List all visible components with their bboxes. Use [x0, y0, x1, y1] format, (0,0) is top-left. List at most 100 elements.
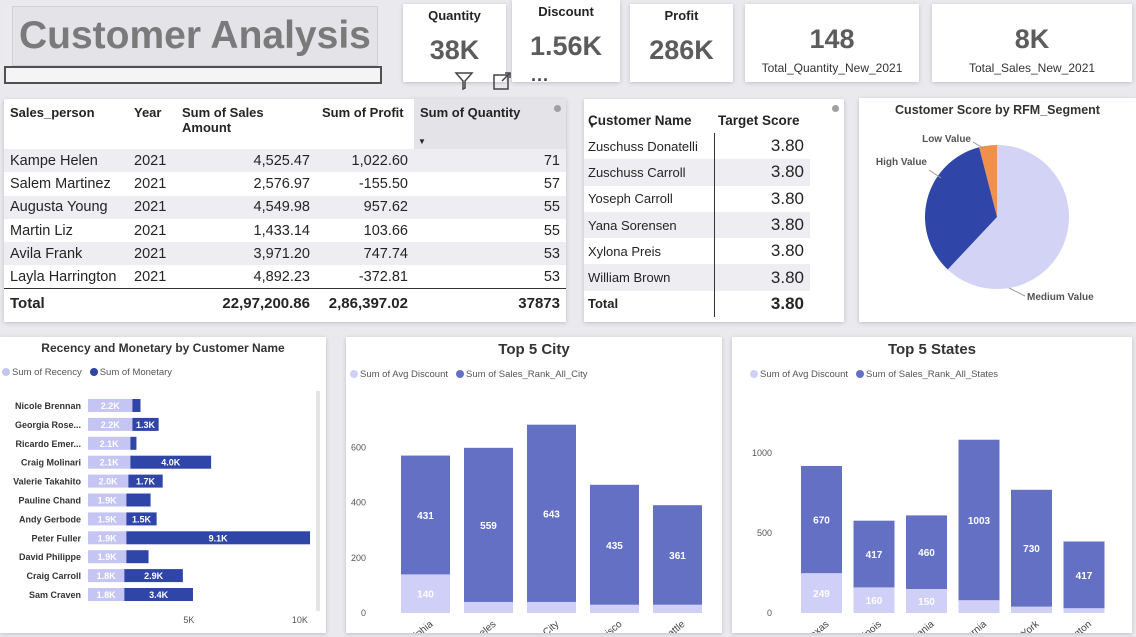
y-tick-label: 200	[351, 553, 366, 563]
chart-legend: Sum of Avg Discount Sum of Sales_Rank_Al…	[750, 369, 998, 380]
customer-name-cell: Yana Sorensen	[584, 211, 714, 239]
table-row[interactable]: Xylona Preis 3.80	[584, 238, 810, 265]
data-label: 140	[417, 590, 434, 601]
legend-item[interactable]: Sum of Avg Discount	[750, 369, 848, 380]
monetary-bar[interactable]	[126, 493, 151, 507]
table-cell: 103.66	[363, 222, 408, 239]
discount-bar[interactable]	[527, 601, 576, 613]
monetary-bar[interactable]	[130, 436, 137, 450]
table-row[interactable]: Martin Liz 2021 1,433.14 103.66 55	[4, 219, 566, 242]
kpi-card-total-quantity-new[interactable]: 148 Total_Quantity_New_2021	[745, 4, 919, 82]
scrollbar-track[interactable]	[316, 391, 320, 611]
filter-icon[interactable]	[452, 70, 476, 94]
table-row[interactable]: William Brown 3.80	[584, 264, 810, 291]
total-cell: 22,97,200.86	[176, 288, 316, 317]
target-score-cell: 3.80	[713, 211, 810, 239]
x-category-label: Philadelphia	[387, 619, 436, 633]
data-label: 435	[606, 541, 623, 552]
y-tick-label: 600	[351, 443, 366, 453]
table-cell: Kampe Helen	[4, 149, 128, 173]
rfm-segment-pie-card[interactable]: Customer Score by RFM_Segment Medium Val…	[859, 98, 1136, 322]
table-row[interactable]: Avila Frank 2021 3,971.20 747.74 53	[4, 242, 566, 266]
category-label: Georgia Rose...	[15, 420, 81, 430]
recency-monetary-card[interactable]: Recency and Monetary by Customer Name Su…	[0, 337, 326, 633]
table-cell: 4,549.98	[176, 195, 316, 219]
sales-person-table[interactable]: Sales_person Year Sum of Sales Amount Su…	[4, 99, 566, 322]
table-cell: Augusta Young	[4, 195, 128, 219]
data-label: 670	[813, 516, 830, 527]
discount-bar[interactable]	[590, 604, 639, 613]
legend-item[interactable]: Sum of Sales_Rank_All_City	[456, 369, 587, 380]
data-label: 2.1K	[100, 458, 120, 468]
table-row[interactable]: Augusta Young 2021 4,549.98 957.62 55	[4, 195, 566, 219]
data-label: 249	[813, 589, 830, 600]
data-label: 1003	[968, 516, 991, 527]
top-5-city-card[interactable]: Top 5 City Sum of Avg Discount Sum of Sa…	[346, 337, 722, 633]
legend-label: Sum of Recency	[12, 367, 82, 378]
top-states-chart: 0 500 1000 670 249 Texas 417 160 Illinois 460 150 P…	[752, 439, 1105, 633]
table-row[interactable]: Zuschuss Donatelli 3.80	[584, 133, 810, 160]
column-header[interactable]: Target Score	[714, 99, 810, 133]
table-cell: 1,022.60	[316, 149, 414, 173]
table-row[interactable]: Layla Harrington 2021 4,892.23 -372.81 53	[4, 265, 566, 288]
data-label: 460	[918, 548, 935, 559]
discount-bar[interactable]	[653, 604, 702, 613]
table-cell: Avila Frank	[4, 242, 128, 266]
more-options-icon[interactable]: ···	[528, 70, 552, 94]
discount-bar[interactable]	[464, 601, 513, 613]
x-category-label: Texas	[804, 619, 831, 633]
top-5-states-card[interactable]: Top 5 States Sum of Avg Discount Sum of …	[732, 337, 1132, 633]
kpi-card-total-sales-new[interactable]: 8K Total_Sales_New_2021	[932, 4, 1132, 82]
column-header[interactable]: Sum of Profit	[316, 99, 414, 149]
total-cell: Total	[584, 290, 714, 318]
table-row[interactable]: Yoseph Carroll 3.80	[584, 185, 810, 212]
table-cell: 3,971.20	[176, 242, 316, 266]
table-cell: 53	[414, 242, 566, 266]
column-header-sorted[interactable]: Customer Name ▼	[584, 99, 714, 133]
discount-bar[interactable]	[958, 600, 1000, 613]
legend-item[interactable]: Sum of Sales_Rank_All_States	[856, 369, 998, 380]
column-header[interactable]: Sales_person	[4, 99, 128, 149]
legend-item[interactable]: Sum of Recency	[2, 367, 82, 378]
discount-bar[interactable]	[1063, 608, 1105, 613]
kpi-card-profit[interactable]: Profit 286K	[630, 4, 733, 82]
target-score-cell: 3.80	[713, 159, 810, 186]
x-category-label: Los Angeles	[450, 619, 499, 633]
category-label: Pauline Chand	[18, 496, 81, 506]
focus-mode-icon[interactable]	[490, 70, 514, 94]
pie-leader-line	[1008, 287, 1026, 297]
kpi-value: 148	[809, 24, 855, 54]
table-cell: Martin Liz	[10, 222, 73, 239]
legend-dot	[2, 368, 10, 377]
scrollbar-handle[interactable]	[832, 105, 839, 112]
table-row[interactable]: Yana Sorensen 3.80	[584, 211, 810, 239]
category-label: Nicole Brennan	[15, 401, 81, 411]
discount-bar[interactable]	[1011, 606, 1052, 613]
monetary-bar[interactable]	[126, 550, 149, 564]
column-header-label: Customer Name	[588, 112, 692, 128]
column-header[interactable]: Year	[128, 99, 176, 149]
table-row[interactable]: Salem Martinez 2021 2,576.97 -155.50 57	[4, 172, 566, 195]
data-label: 1.8K	[97, 590, 117, 600]
monetary-bar[interactable]	[132, 399, 141, 412]
x-category-label: New York City	[507, 619, 562, 633]
x-category-label: Illinois	[856, 619, 884, 633]
chart-title: Customer Score by RFM_Segment	[895, 103, 1100, 117]
category-label: Andy Gerbode	[19, 514, 81, 524]
data-label: 150	[918, 597, 935, 608]
table-cell: 2021	[134, 175, 167, 192]
x-category-label: Pennsylvania	[884, 619, 937, 633]
table-cell: 747.74	[316, 242, 414, 266]
column-header-sorted[interactable]: Sum of Quantity ▼	[414, 99, 566, 149]
legend-item[interactable]: Sum of Avg Discount	[350, 369, 448, 380]
table-row[interactable]: Kampe Helen 2021 4,525.47 1,022.60 71	[4, 149, 566, 173]
total-cell: 3.80	[713, 290, 810, 318]
customer-score-table[interactable]: Customer Name ▼ Target Score Zuschuss Do…	[584, 99, 844, 322]
legend-item[interactable]: Sum of Monetary	[89, 367, 172, 378]
column-header[interactable]: Sum of Sales Amount	[176, 99, 316, 149]
table-cell: 71	[414, 149, 566, 173]
category-label: Peter Fuller	[31, 533, 81, 543]
target-score-cell: 3.80	[713, 133, 810, 160]
table-row[interactable]: Zuschuss Carroll 3.80	[584, 159, 810, 186]
scrollbar-handle[interactable]	[554, 105, 561, 112]
